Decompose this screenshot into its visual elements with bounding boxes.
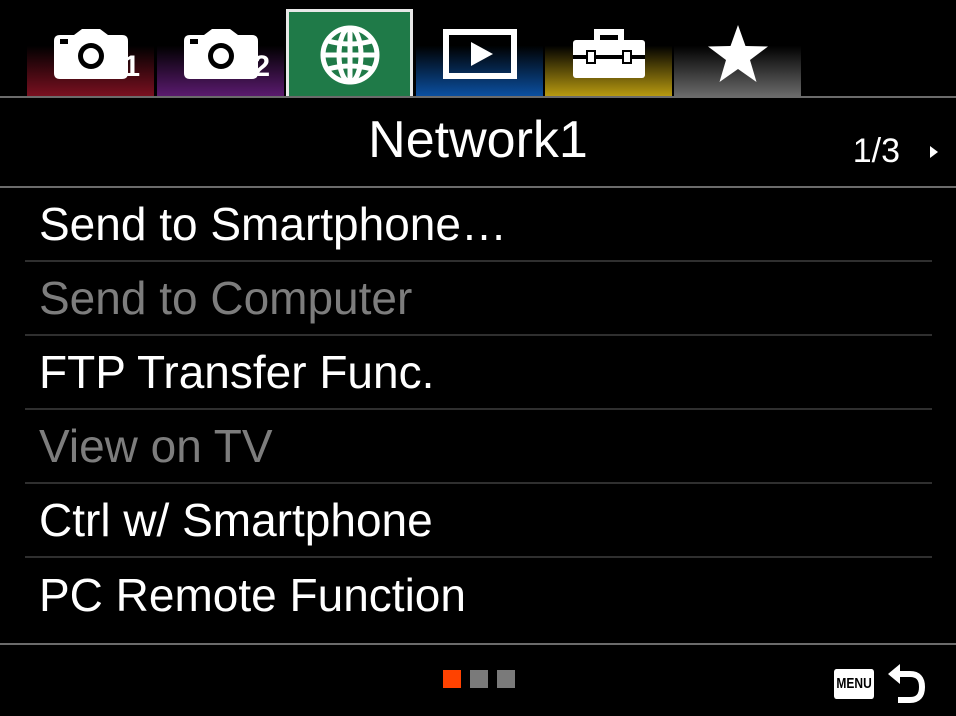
page-title: Network1: [368, 111, 588, 169]
tab-bar: 1 2: [0, 0, 956, 97]
menu-item-label: FTP Transfer Func.: [39, 346, 435, 398]
menu-item-send-to-smartphone[interactable]: Send to Smartphone…: [25, 188, 932, 262]
menu-list: Send to Smartphone… Send to Computer FTP…: [25, 188, 932, 632]
globe-icon: [320, 25, 379, 84]
tab-shooting-1[interactable]: 1: [27, 12, 154, 96]
page-dot: [497, 670, 515, 688]
toolbox-icon: [572, 29, 645, 78]
camera-icon: [183, 29, 258, 79]
tab-my-menu[interactable]: [674, 12, 801, 96]
page-indicator: 1/3: [852, 132, 900, 170]
menu-header: Network1 1/3: [0, 98, 956, 186]
menu-label: MENU: [834, 669, 875, 699]
menu-item-label: Send to Computer: [39, 272, 413, 324]
menu-item-label: Ctrl w/ Smartphone: [39, 494, 433, 546]
menu-item-view-on-tv: View on TV: [25, 410, 932, 484]
star-icon: [707, 25, 768, 82]
page-dots: [443, 670, 515, 688]
page-dot: [470, 670, 488, 688]
menu-footer: MENU: [0, 645, 956, 716]
tab-number: 2: [253, 50, 270, 83]
tab-number: 1: [123, 50, 140, 83]
tab-playback[interactable]: [416, 12, 543, 96]
menu-item-pc-remote[interactable]: PC Remote Function: [25, 558, 932, 632]
menu-item-label: Send to Smartphone…: [39, 198, 507, 250]
camera-icon: [53, 29, 128, 79]
menu-back-button[interactable]: MENU: [834, 662, 928, 706]
menu-item-label: View on TV: [39, 420, 273, 472]
menu-item-ftp-transfer[interactable]: FTP Transfer Func.: [25, 336, 932, 410]
playback-icon: [442, 29, 517, 79]
tab-setup[interactable]: [545, 12, 672, 96]
next-page-arrow-icon[interactable]: [930, 146, 938, 158]
menu-item-ctrl-smartphone[interactable]: Ctrl w/ Smartphone: [25, 484, 932, 558]
menu-item-send-to-computer: Send to Computer: [25, 262, 932, 336]
tab-shooting-2[interactable]: 2: [157, 12, 284, 96]
menu-item-label: PC Remote Function: [39, 569, 466, 621]
tab-network[interactable]: [286, 9, 413, 97]
page-dot: [443, 670, 461, 688]
return-arrow-icon: [888, 664, 926, 703]
